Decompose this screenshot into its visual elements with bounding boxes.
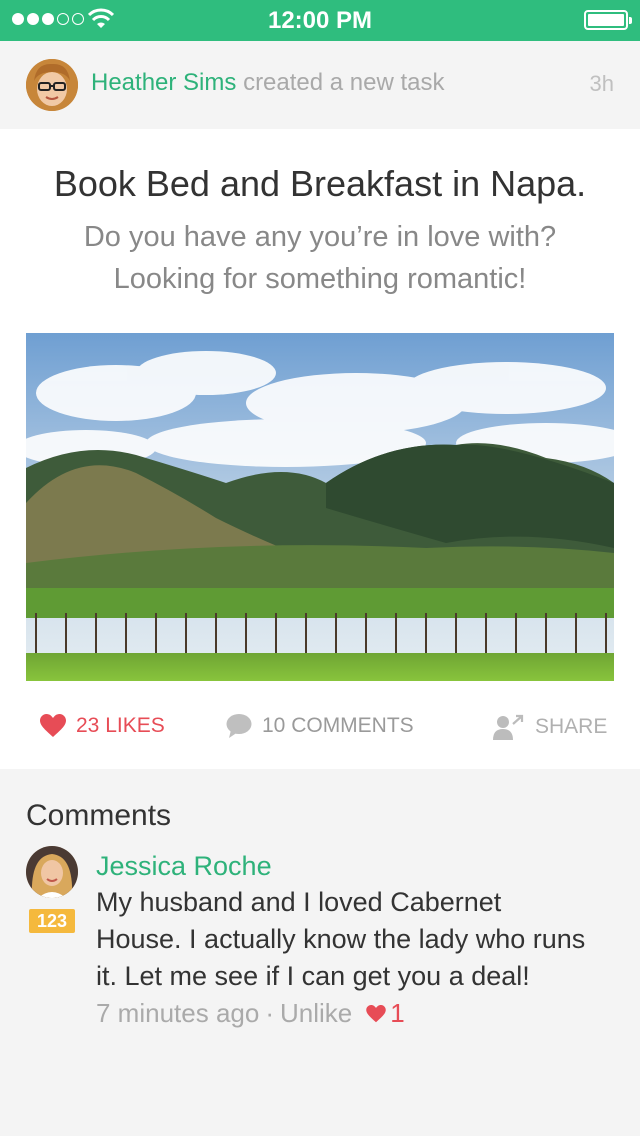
commenter-avatar[interactable] (26, 846, 78, 898)
likes-count-label: 23 LIKES (76, 714, 165, 737)
unlike-button[interactable]: Unlike (280, 998, 352, 1029)
activity-header: Heather Sims created a new task 3h (0, 41, 640, 129)
user-name-link[interactable]: Heather Sims (91, 69, 236, 96)
heart-icon (366, 1004, 386, 1022)
comment-time: 7 minutes ago (96, 998, 260, 1028)
avatar[interactable] (26, 59, 78, 111)
comment-text-line1: My husband and I loved Cabernet (96, 887, 502, 917)
comments-heading: Comments (26, 799, 172, 832)
task-photo[interactable] (26, 333, 614, 681)
activity-time: 3h (589, 71, 614, 96)
task-description-line1: Do you have any you’re in love with? (83, 221, 557, 253)
task-card: Book Bed and Breakfast in Napa. Do you h… (0, 129, 640, 769)
comment-text-line2: House. I actually know the lady who runs (96, 924, 586, 954)
activity-text: Heather Sims created a new task (91, 69, 445, 97)
task-description-line2: Looking for something romantic! (113, 263, 527, 295)
status-time: 12:00 PM (267, 7, 373, 34)
share-label: SHARE (535, 715, 608, 738)
comments-button[interactable]: 10 COMMENTS (226, 714, 414, 738)
heart-icon (40, 714, 66, 737)
comments-section: Comments 123 Jessica Roche My husband an… (0, 769, 640, 1136)
battery-icon (584, 10, 632, 30)
task-actions: 23 LIKES 10 COMMENTS SHARE (0, 704, 640, 748)
share-button[interactable]: SHARE (493, 714, 607, 740)
task-title: Book Bed and Breakfast in Napa. (53, 163, 587, 204)
comment-text-line3: it. Let me see if I can get you a deal! (96, 961, 530, 991)
activity-action: created a new task (243, 69, 445, 96)
comment-like-count: 1 (366, 998, 405, 1029)
comment-meta: 7 minutes ago · Unlike 1 (96, 998, 405, 1029)
commenter-name-link[interactable]: Jessica Roche (96, 851, 272, 882)
comment-bubble-icon (226, 714, 252, 738)
status-bar: 12:00 PM (0, 0, 640, 41)
like-button[interactable]: 23 LIKES (40, 714, 165, 738)
comment-like-number: 1 (390, 998, 405, 1028)
meta-separator: · (265, 998, 274, 1028)
share-user-icon (493, 714, 524, 740)
reputation-badge: 123 (29, 909, 75, 933)
comments-count-label: 10 COMMENTS (262, 714, 414, 737)
